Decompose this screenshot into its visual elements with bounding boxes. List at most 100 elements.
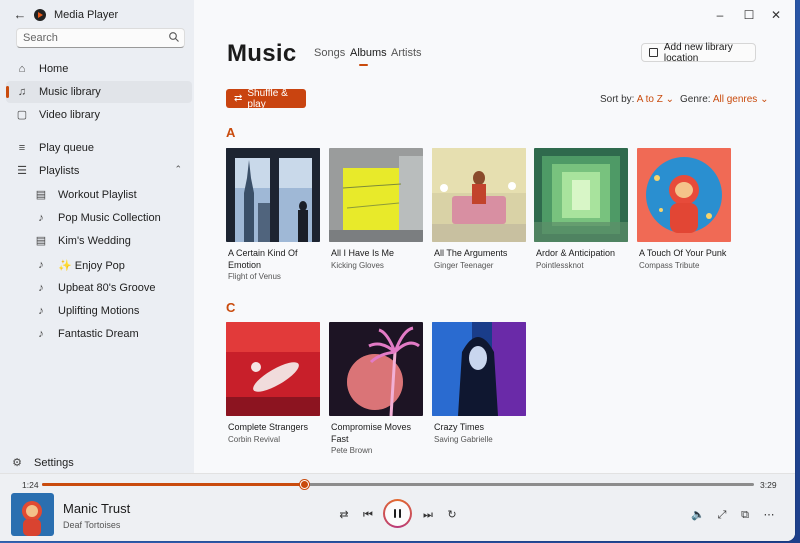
- player-bar: 1:24 3:29 Manic Trust Deaf Tortoises ⇄ ⏮…: [0, 473, 795, 541]
- sidebar-item-settings[interactable]: ⚙ Settings: [6, 452, 192, 474]
- sidebar-item-play-queue[interactable]: ≡ Play queue: [6, 137, 192, 159]
- album-art: [226, 322, 320, 416]
- playlist-label: ✨ Enjoy Pop: [58, 259, 125, 272]
- page-title: Music: [227, 40, 297, 67]
- now-playing-title[interactable]: Manic Trust: [63, 501, 130, 516]
- genre-value: All genres: [712, 94, 758, 105]
- sidebar: ← Media Player ⌂ Home ♫ Music library ▢ …: [0, 0, 194, 473]
- album-title: A Touch Of Your Punk: [639, 248, 727, 258]
- album-title: All The Arguments: [434, 248, 508, 258]
- album-title: Complete Strangers: [228, 422, 309, 432]
- now-playing-album-art[interactable]: [11, 493, 54, 536]
- album-tile[interactable]: A Touch Of Your Punk Compass Tribute: [637, 148, 731, 270]
- tab-artists[interactable]: Artists: [391, 47, 422, 59]
- sidebar-playlist-item[interactable]: ▤ Workout Playlist: [6, 184, 192, 206]
- volume-icon[interactable]: 🔈: [690, 508, 706, 522]
- sidebar-playlist-item[interactable]: ▤ Kim's Wedding: [6, 230, 192, 252]
- album-artist: Flight of Venus: [228, 272, 281, 281]
- search-input[interactable]: [16, 28, 185, 48]
- add-library-label: Add new library location: [663, 41, 733, 64]
- pause-icon: [394, 509, 402, 518]
- tab-songs[interactable]: Songs: [314, 47, 345, 59]
- pause-button[interactable]: [383, 499, 412, 528]
- shuffle-icon[interactable]: ⇄: [336, 508, 352, 522]
- app-title: Media Player: [54, 9, 119, 21]
- music-note-icon: ♪: [38, 282, 44, 294]
- selection-indicator: [6, 86, 9, 98]
- music-note-icon: ♫: [17, 86, 27, 98]
- album-tile[interactable]: Ardor & Anticipation Pointlessknot: [534, 148, 628, 270]
- playlist-label: Upbeat 80's Groove: [58, 282, 156, 294]
- elapsed-time: 1:24: [22, 480, 39, 490]
- sidebar-item-label: Music library: [39, 86, 101, 98]
- music-note-icon: ♪: [38, 212, 44, 224]
- home-icon: ⌂: [18, 63, 26, 75]
- playlists-icon: ☰: [17, 165, 27, 177]
- sidebar-item-playlists[interactable]: ☰ Playlists ⌃: [6, 160, 192, 182]
- music-note-icon: ♪: [38, 328, 44, 340]
- add-library-location-button[interactable]: Add new library location: [641, 41, 756, 64]
- music-note-icon: ♪: [38, 305, 44, 317]
- sidebar-item-label: Video library: [39, 109, 100, 121]
- album-tile[interactable]: A Certain Kind Of Emotion Flight of Venu…: [226, 148, 320, 281]
- sort-value: A to Z: [636, 94, 663, 105]
- album-artist: Pointlessknot: [536, 260, 584, 270]
- chevron-up-icon[interactable]: ⌃: [174, 164, 182, 175]
- gear-icon: ⚙: [12, 457, 22, 469]
- shuffle-icon: ⇄: [234, 93, 243, 104]
- sidebar-playlist-item[interactable]: ♪ Uplifting Motions: [6, 300, 192, 322]
- album-artist: Compass Tribute: [639, 260, 700, 270]
- album-tile[interactable]: Crazy Times Saving Gabrielle: [432, 322, 526, 444]
- section-header-a: A: [226, 125, 236, 140]
- playlist-icon: ▤: [35, 235, 47, 247]
- sidebar-item-label: Home: [39, 63, 69, 75]
- shuffle-play-button[interactable]: ⇄ Shuffle & play: [226, 88, 306, 110]
- full-screen-icon[interactable]: ⤢: [714, 508, 730, 522]
- album-artist: Ginger Teenager: [434, 260, 494, 270]
- video-icon: ▢: [16, 109, 28, 121]
- chevron-down-icon: ⌄: [665, 94, 674, 105]
- now-playing-artist[interactable]: Deaf Tortoises: [63, 520, 120, 530]
- chevron-down-icon: ⌄: [760, 94, 769, 105]
- playlist-label: Kim's Wedding: [58, 235, 131, 247]
- total-duration: 3:29: [760, 480, 777, 490]
- album-art: [329, 148, 423, 242]
- sort-dropdown[interactable]: Sort by: A to Z ⌄: [600, 94, 674, 105]
- section-header-c: C: [226, 300, 236, 315]
- album-art: [432, 148, 526, 242]
- sidebar-playlist-item[interactable]: ♪ Fantastic Dream: [6, 323, 192, 345]
- maximize-icon[interactable]: ☐: [739, 7, 759, 23]
- next-track-icon[interactable]: ⏭: [420, 508, 436, 522]
- album-tile[interactable]: All The Arguments Ginger Teenager: [432, 148, 526, 270]
- sidebar-item-label: Settings: [34, 457, 74, 469]
- minimize-icon[interactable]: –: [710, 7, 730, 23]
- sidebar-playlist-item[interactable]: ♪ Pop Music Collection: [6, 207, 192, 229]
- queue-icon: ≡: [18, 142, 26, 154]
- album-title: Compromise Moves Fast: [331, 422, 412, 444]
- sidebar-item-video-library[interactable]: ▢ Video library: [6, 104, 192, 126]
- genre-dropdown[interactable]: Genre: All genres ⌄: [680, 94, 768, 105]
- more-options-icon[interactable]: ⋯: [761, 508, 777, 522]
- seek-thumb[interactable]: [300, 480, 310, 489]
- back-arrow-icon[interactable]: ←: [12, 7, 28, 23]
- close-icon[interactable]: ✕: [766, 7, 786, 23]
- album-tile[interactable]: Complete Strangers Corbin Revival: [226, 322, 320, 444]
- repeat-icon[interactable]: ↻: [444, 508, 460, 522]
- seek-bar[interactable]: [42, 480, 754, 489]
- album-tile[interactable]: Compromise Moves Fast Pete Brown: [329, 322, 423, 455]
- sidebar-item-label: Playlists: [39, 165, 80, 177]
- album-art: [432, 322, 526, 416]
- album-tile[interactable]: All I Have Is Me Kicking Gloves: [329, 148, 423, 270]
- search-icon[interactable]: [168, 31, 180, 43]
- main-content: – ☐ ✕ Music Songs Albums Artists Add new…: [194, 0, 795, 473]
- album-title: A Certain Kind Of Emotion: [228, 248, 298, 270]
- sidebar-item-music-library[interactable]: ♫ Music library: [6, 81, 192, 103]
- sidebar-playlist-item[interactable]: ♪ Upbeat 80's Groove: [6, 277, 192, 299]
- playlist-icon: ▤: [35, 189, 47, 201]
- sidebar-item-home[interactable]: ⌂ Home: [6, 58, 192, 80]
- sidebar-playlist-item[interactable]: ♪ ✨ Enjoy Pop: [6, 254, 192, 276]
- tab-albums[interactable]: Albums: [350, 47, 387, 59]
- album-title: All I Have Is Me: [331, 248, 395, 258]
- mini-player-icon[interactable]: ⧉: [737, 508, 753, 522]
- previous-track-icon[interactable]: ⏮: [360, 508, 376, 522]
